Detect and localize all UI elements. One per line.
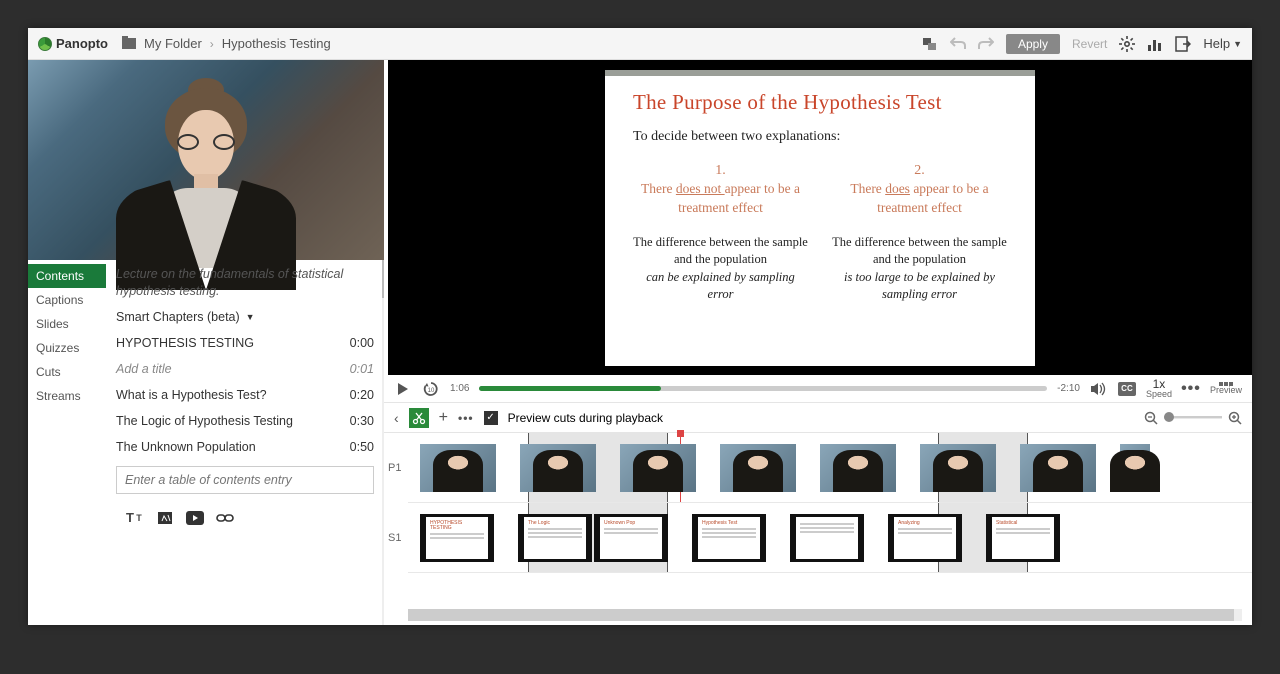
timeline-thumb[interactable] [820, 444, 896, 492]
revert-button[interactable]: Revert [1072, 37, 1107, 51]
gear-icon[interactable] [1119, 36, 1135, 52]
captions-button[interactable]: CC [1118, 382, 1136, 396]
remaining-time: -2:10 [1057, 383, 1080, 394]
chapter-row[interactable]: The Logic of Hypothesis Testing0:30 [116, 408, 374, 434]
youtube-icon[interactable] [186, 509, 204, 527]
slide-title: The Purpose of the Hypothesis Test [633, 90, 1007, 115]
breadcrumb-title[interactable]: Hypothesis Testing [222, 36, 331, 51]
timeline-track-secondary[interactable]: S1 HYPOTHESIS TESTING The Logic Unknown … [408, 503, 1252, 573]
rewind-10-icon[interactable]: 10 [422, 380, 440, 398]
header-bar: Panopto My Folder › Hypothesis Testing A… [28, 28, 1252, 60]
apply-button[interactable]: Apply [1006, 34, 1060, 54]
chapter-row[interactable]: HYPOTHESIS TESTING0:00 [116, 330, 374, 356]
chapter-row-add[interactable]: Add a title0:01 [116, 356, 374, 382]
publish-icon[interactable] [922, 36, 938, 52]
webcam-preview[interactable] [28, 60, 384, 260]
sidebar-tab-slides[interactable]: Slides [28, 312, 106, 336]
slide-content: The Purpose of the Hypothesis Test To de… [605, 70, 1035, 366]
timeline-slide[interactable]: Analyzing [888, 514, 962, 562]
add-icon[interactable]: + [439, 409, 448, 427]
timeline-thumb[interactable] [520, 444, 596, 492]
main-panel: The Purpose of the Hypothesis Test To de… [384, 60, 1252, 625]
sidebar-tab-quizzes[interactable]: Quizzes [28, 336, 106, 360]
timeline-thumb[interactable] [920, 444, 996, 492]
undo-icon[interactable] [950, 36, 966, 52]
zoom-slider[interactable] [1164, 416, 1222, 419]
toc-input[interactable] [116, 466, 374, 494]
slide-viewer[interactable]: The Purpose of the Hypothesis Test To de… [388, 60, 1252, 375]
timeline-thumb[interactable] [1020, 444, 1096, 492]
timeline-track-primary[interactable]: P1 [408, 433, 1252, 503]
timeline-slide[interactable]: Statistical [986, 514, 1060, 562]
chapter-row[interactable]: The Unknown Population0:50 [116, 434, 374, 460]
exit-icon[interactable] [1175, 36, 1191, 52]
stats-icon[interactable] [1147, 36, 1163, 52]
slide-subtitle: To decide between two explanations: [633, 129, 1007, 145]
caret-down-icon: ▼ [246, 312, 255, 322]
caret-down-icon: ▼ [1233, 39, 1242, 49]
sidebar-tabs: Contents Captions Slides Quizzes Cuts St… [28, 260, 106, 625]
help-menu[interactable]: Help▼ [1203, 36, 1242, 51]
timeline[interactable]: P1 S1 HYPOTHESIS TE [384, 433, 1252, 609]
logo-icon [38, 37, 52, 51]
sidebar-tab-captions[interactable]: Captions [28, 288, 106, 312]
redo-icon[interactable] [978, 36, 994, 52]
play-button[interactable] [394, 380, 412, 398]
contents-pane: Lecture on the fundamentals of statistic… [106, 260, 384, 625]
timeline-slide[interactable]: Hypothesis Test [692, 514, 766, 562]
cut-button[interactable] [409, 408, 429, 428]
more-icon[interactable]: ••• [1182, 380, 1200, 398]
speed-control[interactable]: 1xSpeed [1146, 378, 1172, 399]
brand-logo[interactable]: Panopto [38, 36, 108, 51]
timeline-slide[interactable]: HYPOTHESIS TESTING [420, 514, 494, 562]
sidebar-tab-contents[interactable]: Contents [28, 264, 106, 288]
zoom-in-icon[interactable] [1228, 411, 1242, 425]
timeline-thumb[interactable] [720, 444, 796, 492]
left-panel: Contents Captions Slides Quizzes Cuts St… [28, 60, 384, 625]
chapter-row[interactable]: What is a Hypothesis Test?0:20 [116, 382, 374, 408]
timeline-slide[interactable]: The Logic [518, 514, 592, 562]
player-controls: 10 1:06 -2:10 CC 1xSpeed ••• Preview [384, 375, 1252, 403]
svg-text:10: 10 [428, 388, 435, 394]
preview-cuts-label: Preview cuts during playback [508, 411, 663, 425]
more-icon[interactable]: ••• [458, 411, 474, 425]
text-icon[interactable]: TT [126, 509, 144, 527]
brand-name: Panopto [56, 36, 108, 51]
slides-icon[interactable] [156, 509, 174, 527]
zoom-out-icon[interactable] [1144, 411, 1158, 425]
timeline-slide[interactable]: Unknown Pop [594, 514, 668, 562]
progress-bar[interactable] [479, 386, 1047, 391]
breadcrumb-folder[interactable]: My Folder [144, 36, 202, 51]
timeline-thumb[interactable] [1120, 444, 1150, 492]
current-time: 1:06 [450, 383, 469, 394]
editor-toolbar: ‹ + ••• ✓ Preview cuts during playback [384, 403, 1252, 433]
chevron-right-icon: › [210, 37, 214, 51]
timeline-thumb[interactable] [420, 444, 496, 492]
timeline-slide[interactable] [790, 514, 864, 562]
chapters-toggle[interactable]: Smart Chapters (beta)▼ [116, 310, 374, 324]
sidebar-tab-cuts[interactable]: Cuts [28, 360, 106, 384]
sidebar-tab-streams[interactable]: Streams [28, 384, 106, 408]
breadcrumb: My Folder › Hypothesis Testing [122, 36, 331, 51]
preview-toggle[interactable]: Preview [1210, 382, 1242, 395]
session-description[interactable]: Lecture on the fundamentals of statistic… [116, 266, 374, 300]
link-icon[interactable] [216, 509, 234, 527]
timeline-thumb[interactable] [620, 444, 696, 492]
horizontal-scrollbar[interactable] [408, 609, 1242, 621]
folder-icon [122, 38, 136, 49]
back-icon[interactable]: ‹ [394, 410, 399, 426]
preview-cuts-checkbox[interactable]: ✓ [484, 411, 498, 425]
volume-icon[interactable] [1090, 380, 1108, 398]
